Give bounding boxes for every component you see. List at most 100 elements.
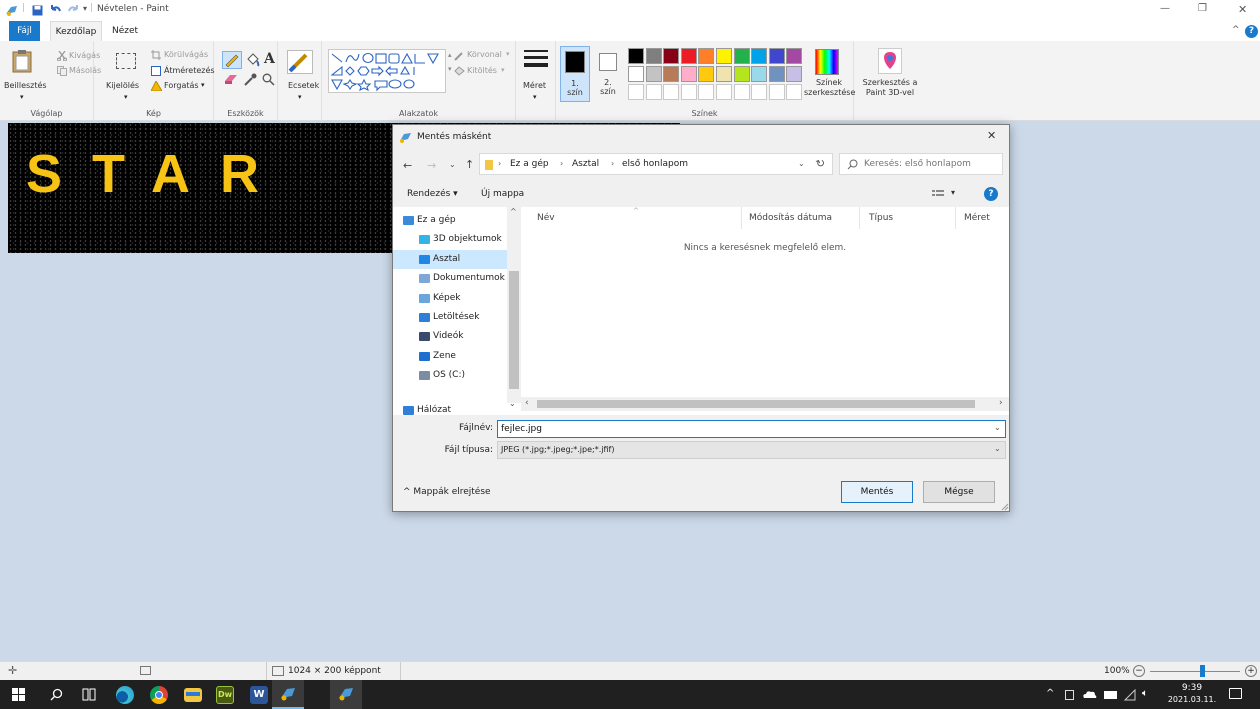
custom-color-slot[interactable]	[733, 84, 750, 100]
cancel-button[interactable]: Mégse	[923, 481, 995, 503]
column-header-name[interactable]: Név	[537, 213, 555, 223]
forward-arrow-icon[interactable]: →	[427, 159, 436, 172]
refresh-icon[interactable]: ↻	[814, 156, 827, 171]
custom-color-slot[interactable]	[645, 84, 662, 100]
dialog-help-button[interactable]: ?	[984, 187, 998, 201]
nav-item-videók[interactable]: Videók	[393, 327, 507, 346]
paint-taskbar-button[interactable]	[272, 680, 304, 709]
scroll-down-icon[interactable]: ⌄	[509, 399, 516, 408]
search-box[interactable]	[839, 153, 1003, 175]
color-swatch[interactable]	[733, 66, 750, 82]
color-swatch[interactable]	[663, 66, 680, 82]
zoom-slider-thumb[interactable]	[1200, 665, 1205, 677]
custom-color-slot[interactable]	[716, 84, 732, 100]
crop-button[interactable]: Körülvágás	[164, 50, 208, 59]
tab-view[interactable]: Nézet	[108, 21, 142, 41]
zoom-in-button[interactable]: +	[1245, 665, 1257, 677]
save-button[interactable]: Mentés	[841, 481, 913, 503]
zoom-out-button[interactable]: −	[1133, 665, 1145, 677]
color-swatch[interactable]	[645, 48, 662, 64]
color-picker-icon[interactable]	[244, 73, 257, 86]
fill-button[interactable]: Kitöltés	[467, 66, 497, 75]
path-segment-this-pc[interactable]: Ez a gép	[510, 159, 549, 169]
custom-color-slot[interactable]	[663, 84, 680, 100]
new-folder-button[interactable]: Új mappa	[481, 189, 524, 199]
nav-item-letöltések[interactable]: Letöltések	[393, 308, 507, 327]
color-swatch[interactable]	[786, 66, 803, 82]
clock-date[interactable]: 2021.03.11.	[1164, 695, 1220, 704]
clock-time[interactable]: 9:39	[1168, 683, 1216, 693]
windows-start-icon[interactable]	[12, 688, 25, 701]
minimize-button[interactable]: —	[1160, 3, 1170, 14]
color-swatch[interactable]	[645, 66, 662, 82]
nav-scrollbar[interactable]: ^	[507, 207, 521, 403]
address-bar[interactable]: › Ez a gép › Asztal › első honlapom ⌄ ↻	[479, 153, 833, 175]
back-arrow-icon[interactable]: ←	[403, 159, 412, 172]
save-icon[interactable]	[32, 5, 43, 16]
column-header-type[interactable]: Típus	[869, 213, 893, 223]
fill-dropdown-icon[interactable]: ▾	[501, 66, 505, 74]
color-swatch[interactable]	[786, 48, 803, 64]
show-hidden-icons-icon[interactable]: ^	[1046, 688, 1054, 699]
edit-colors-button[interactable]: Színek szerkesztése	[804, 78, 855, 98]
fill-bucket-icon[interactable]	[246, 53, 260, 67]
shapes-scroll-up-icon[interactable]: ▴	[448, 51, 452, 59]
onedrive-icon[interactable]	[1082, 690, 1097, 699]
color-swatch[interactable]	[698, 48, 715, 64]
nav-item-hálózat[interactable]: Hálózat	[393, 401, 507, 420]
tab-file[interactable]: Fájl	[9, 21, 40, 41]
view-dropdown-icon[interactable]: ▾	[951, 188, 955, 197]
filename-input[interactable]	[501, 422, 981, 436]
collapse-ribbon-icon[interactable]: ^	[1232, 25, 1240, 35]
color-swatch[interactable]	[716, 48, 732, 64]
size-dropdown-icon[interactable]: ▾	[533, 93, 537, 101]
filename-field[interactable]: ⌄	[497, 420, 1006, 438]
word-icon[interactable]: W	[250, 686, 268, 704]
color-swatch[interactable]	[628, 66, 644, 82]
file-explorer-icon[interactable]	[184, 688, 202, 702]
filetype-select[interactable]: JPEG (*.jpg;*.jpeg;*.jpe;*.jfif) ⌄	[497, 441, 1006, 459]
up-arrow-icon[interactable]: ↑	[465, 158, 474, 171]
select-button[interactable]: Kijelölés	[106, 81, 139, 90]
color-swatch[interactable]	[663, 48, 680, 64]
undo-icon[interactable]	[50, 5, 62, 16]
tablet-icon[interactable]	[1065, 690, 1074, 700]
column-header-size[interactable]: Méret	[964, 213, 990, 223]
chrome-browser-icon[interactable]	[150, 686, 168, 704]
eraser-icon[interactable]	[224, 73, 238, 85]
redo-icon[interactable]	[67, 5, 79, 16]
color-swatch[interactable]	[733, 48, 750, 64]
color-swatch[interactable]	[768, 66, 785, 82]
resize-grip-icon[interactable]	[1001, 503, 1009, 511]
custom-color-slot[interactable]	[680, 84, 697, 100]
filename-dropdown-icon[interactable]: ⌄	[994, 423, 1001, 432]
outline-button[interactable]: Körvonal	[467, 50, 502, 59]
shapes-gallery[interactable]	[328, 49, 446, 93]
select-dropdown-icon[interactable]: ▾	[124, 93, 128, 101]
tab-home[interactable]: Kezdőlap	[50, 21, 102, 41]
color2-selector[interactable]: 2. szín	[594, 46, 624, 102]
nav-item-ez-a-gép[interactable]: Ez a gép	[393, 211, 507, 230]
brushes-dropdown-icon[interactable]: ▾	[298, 93, 302, 101]
close-button[interactable]: ✕	[1238, 3, 1247, 16]
active-window-indicator[interactable]	[330, 680, 362, 709]
task-view-icon[interactable]	[82, 688, 96, 701]
scroll-right-icon[interactable]: ›	[999, 398, 1003, 408]
address-dropdown-icon[interactable]: ⌄	[798, 159, 805, 168]
column-header-date[interactable]: Módosítás dátuma	[749, 213, 832, 223]
color-swatch[interactable]	[680, 66, 697, 82]
magnifier-icon[interactable]	[262, 73, 275, 86]
nav-item-zene[interactable]: Zene	[393, 347, 507, 366]
horizontal-scrollbar-thumb[interactable]	[537, 400, 975, 408]
color1-selector[interactable]: 1. szín	[560, 46, 590, 102]
paste-button[interactable]: Beillesztés	[4, 81, 47, 90]
zoom-slider-track[interactable]	[1150, 671, 1240, 672]
customize-toolbar-icon[interactable]: ▾	[83, 4, 87, 13]
custom-color-slot[interactable]	[786, 84, 803, 100]
brushes-button[interactable]: Ecsetek	[288, 81, 319, 90]
custom-color-slot[interactable]	[628, 84, 644, 100]
outline-dropdown-icon[interactable]: ▾	[506, 50, 510, 58]
organize-button[interactable]: Rendezés ▾	[407, 189, 458, 199]
filetype-dropdown-icon[interactable]: ⌄	[994, 444, 1001, 453]
recent-locations-icon[interactable]: ⌄	[449, 160, 456, 169]
